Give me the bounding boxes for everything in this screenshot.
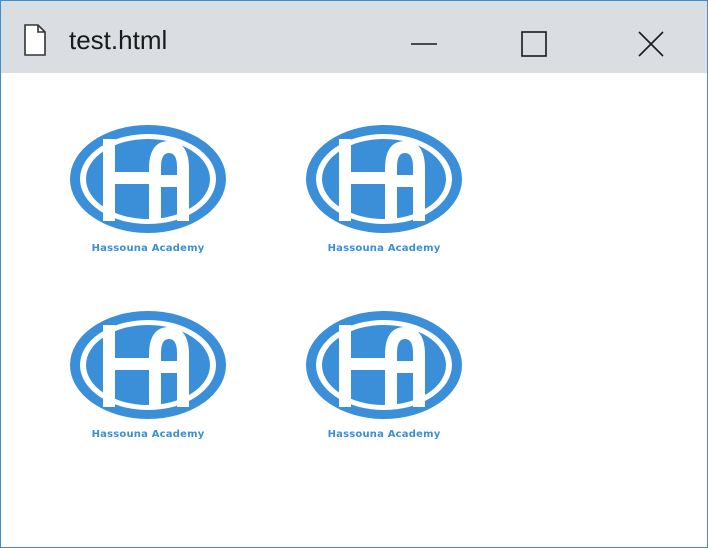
logo-caption: Hassouna Academy bbox=[327, 429, 441, 440]
page-content: Hassouna Academy Hassouna Academy Hassou… bbox=[1, 73, 707, 547]
minimize-button[interactable] bbox=[373, 1, 473, 73]
browser-window: test.html Hassouna Academy Hassouna Acad… bbox=[0, 0, 708, 548]
hassouna-academy-logo: Hassouna Academy bbox=[63, 117, 233, 267]
close-button[interactable] bbox=[601, 1, 707, 73]
document-icon bbox=[24, 24, 46, 56]
ha-logo-icon bbox=[306, 311, 462, 419]
maximize-button[interactable] bbox=[487, 1, 587, 73]
logo-caption: Hassouna Academy bbox=[327, 243, 441, 254]
logo-caption: Hassouna Academy bbox=[91, 429, 205, 440]
ha-logo-icon bbox=[70, 311, 226, 419]
maximize-icon bbox=[521, 31, 547, 57]
close-icon bbox=[638, 31, 664, 57]
ha-logo-icon bbox=[70, 125, 226, 233]
hassouna-academy-logo: Hassouna Academy bbox=[63, 303, 233, 453]
hassouna-academy-logo: Hassouna Academy bbox=[299, 303, 469, 453]
minimize-icon bbox=[411, 43, 437, 45]
hassouna-academy-logo: Hassouna Academy bbox=[299, 117, 469, 267]
window-title: test.html bbox=[69, 25, 168, 55]
ha-logo-icon bbox=[306, 125, 462, 233]
logo-caption: Hassouna Academy bbox=[91, 243, 205, 254]
title-bar[interactable]: test.html bbox=[1, 1, 707, 73]
